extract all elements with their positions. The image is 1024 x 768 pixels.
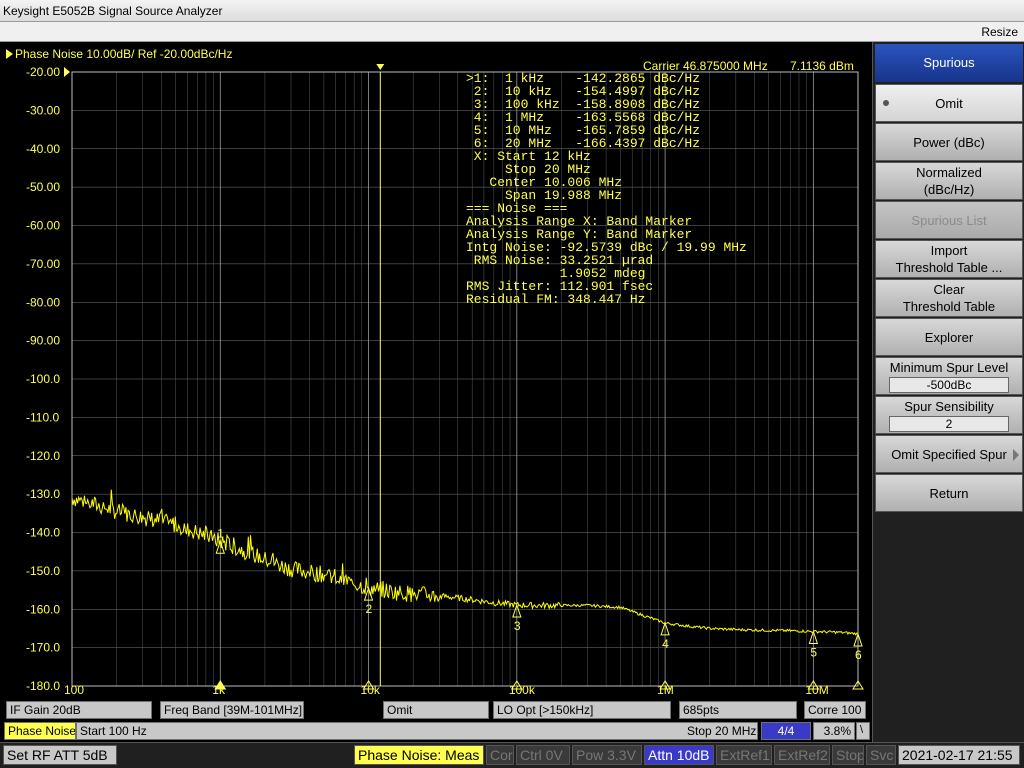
omit-softkey[interactable]: Omit [875, 84, 1023, 122]
y-tick-label: -70.00 [26, 257, 60, 271]
y-tick-label: -140.0 [26, 526, 60, 540]
stop-status: Stop [832, 745, 864, 765]
cor-status: Cor [486, 745, 514, 765]
trace-number[interactable]: 4/4 [761, 722, 811, 740]
import-threshold-softkey[interactable]: Import Threshold Table ... [875, 240, 1023, 278]
resize-button[interactable]: Resize [981, 25, 1018, 39]
return-softkey[interactable]: Return [875, 474, 1023, 512]
explorer-label: Explorer [924, 329, 974, 345]
x-tick-label: 1M [657, 683, 674, 697]
svc-status: Svc [866, 745, 896, 765]
marker-label: 6 [855, 648, 862, 662]
spur-sens-field[interactable]: 2 [889, 416, 1009, 432]
status-row-2: Phase Noise Start 100 Hz Stop 20 MHz 4/4… [0, 721, 872, 741]
y-tick-label: -50.00 [26, 180, 60, 194]
marker-readout: >1: 1 kHz -142.2865 dBc/Hz 2: 10 kHz -15… [466, 72, 747, 306]
y-tick-label: -30.00 [26, 103, 60, 117]
softkey-menu-title: Spurious [875, 44, 1023, 82]
y-tick-label: -40.00 [26, 142, 60, 156]
carrier-level: 7.1136 dBm [790, 59, 854, 73]
meas-status[interactable]: Phase Noise: Meas [354, 745, 484, 765]
import-label-1: Import [930, 243, 968, 258]
trace-indicator-icon [6, 49, 13, 59]
menu-bar: Resize [0, 22, 1024, 42]
marker-label: 3 [514, 619, 521, 633]
if-gain-status[interactable]: IF Gain 20dB [6, 701, 152, 719]
softkey-panel: Spurious Omit Power (dBc) Normalized (dB… [872, 42, 1024, 742]
normalized-label-1: Normalized [916, 165, 982, 180]
ctrl-status: Ctrl 0V [516, 745, 570, 765]
y-tick-label: -180.0 [26, 679, 60, 693]
stop-frequency[interactable]: Stop 20 MHz [684, 722, 758, 740]
min-spur-label: Minimum Spur Level [889, 360, 1009, 375]
y-tick-label: -100.0 [26, 372, 60, 386]
datetime-status: 2021-02-17 21:55 [898, 745, 1020, 765]
marker-label: 5 [810, 645, 817, 659]
extref1-status: ExtRef1 [716, 745, 772, 765]
omit-status[interactable]: Omit [383, 701, 489, 719]
set-rf-att-status: Set RF ATT 5dB [3, 745, 117, 765]
normalized-label-2: (dBc/Hz) [923, 182, 975, 197]
band-marker-top-icon [376, 64, 385, 70]
power-dbc-label: Power (dBc) [913, 134, 985, 150]
pow-status: Pow 3.3V [572, 745, 642, 765]
y-tick-label: -160.0 [26, 602, 60, 616]
spurious-list-softkey[interactable]: Spurious List [875, 201, 1023, 239]
clear-label-1: Clear [933, 282, 965, 297]
y-tick-label: -90.00 [26, 334, 60, 348]
points-status[interactable]: 685pts [679, 701, 797, 719]
power-dbc-softkey[interactable]: Power (dBc) [875, 123, 1023, 161]
return-label: Return [929, 485, 969, 501]
start-frequency[interactable]: Start 100 Hz [76, 722, 756, 740]
corre-status[interactable]: Corre 100 [804, 701, 866, 719]
x-tick-label: 100k [509, 683, 536, 697]
marker-label: 1 [217, 526, 224, 540]
normalized-softkey[interactable]: Normalized (dBc/Hz) [875, 162, 1023, 200]
mode-status[interactable]: Phase Noise [4, 722, 76, 740]
spur-sens-label: Spur Sensibility [904, 399, 994, 414]
y-tick-label: -130.0 [26, 487, 60, 501]
freq-band-status[interactable]: Freq Band [39M-101MHz] [160, 701, 304, 719]
sweep-percent: 3.8% [813, 722, 855, 740]
reference-level-arrow-icon [64, 67, 70, 77]
y-tick-label: -80.00 [26, 295, 60, 309]
lo-opt-status[interactable]: LO Opt [>150kHz] [493, 701, 671, 719]
status-row-1: IF Gain 20dB Freq Band [39M-101MHz] Omit… [0, 700, 872, 720]
readout-line: Residual FM: 348.447 Hz [466, 292, 646, 307]
attn-status: Attn 10dB [644, 745, 714, 765]
submenu-arrow-icon [1013, 449, 1019, 461]
spur-sensibility-softkey[interactable]: Spur Sensibility 2 [875, 396, 1023, 434]
trace-header: Phase Noise 10.00dB/ Ref -20.00dBc/Hz [6, 47, 232, 61]
omit-specified-spur-softkey[interactable]: Omit Specified Spur [875, 435, 1023, 473]
phase-noise-trace [71, 489, 859, 636]
selected-dot-icon [883, 100, 889, 106]
min-spur-level-softkey[interactable]: Minimum Spur Level -500dBc [875, 357, 1023, 395]
trace-header-text: Phase Noise 10.00dB/ Ref -20.00dBc/Hz [15, 47, 233, 61]
y-tick-label: -170.0 [26, 641, 60, 655]
x-tick-label: 100 [64, 683, 84, 697]
title-bar: Keysight E5052B Signal Source Analyzer [0, 0, 1024, 22]
y-tick-label: -60.00 [26, 219, 60, 233]
spurious-list-label: Spurious List [911, 212, 987, 228]
clear-label-2: Threshold Table [902, 299, 996, 314]
slash-indicator: \ [856, 722, 870, 740]
x-tick-label: 10M [805, 683, 828, 697]
window-title: Keysight E5052B Signal Source Analyzer [3, 4, 223, 18]
y-tick-label: -20.00 [26, 65, 60, 79]
explorer-softkey[interactable]: Explorer [875, 318, 1023, 356]
omit-specified-label: Omit Specified Spur [891, 446, 1007, 462]
import-label-2: Threshold Table ... [895, 260, 1003, 275]
omit-softkey-label: Omit [935, 95, 963, 111]
marker-label: 2 [366, 602, 373, 616]
y-tick-label: -120.0 [26, 449, 60, 463]
clear-threshold-softkey[interactable]: Clear Threshold Table [875, 279, 1023, 317]
analyzer-window: Keysight E5052B Signal Source Analyzer R… [0, 0, 1024, 768]
extref2-status: ExtRef2 [774, 745, 830, 765]
marker-label: 4 [662, 637, 669, 651]
y-tick-label: -110.0 [26, 410, 59, 424]
min-spur-field[interactable]: -500dBc [889, 377, 1009, 393]
bottom-status-bar: Set RF ATT 5dB Phase Noise: Meas Cor Ctr… [0, 742, 1024, 768]
y-tick-label: -150.0 [26, 564, 60, 578]
